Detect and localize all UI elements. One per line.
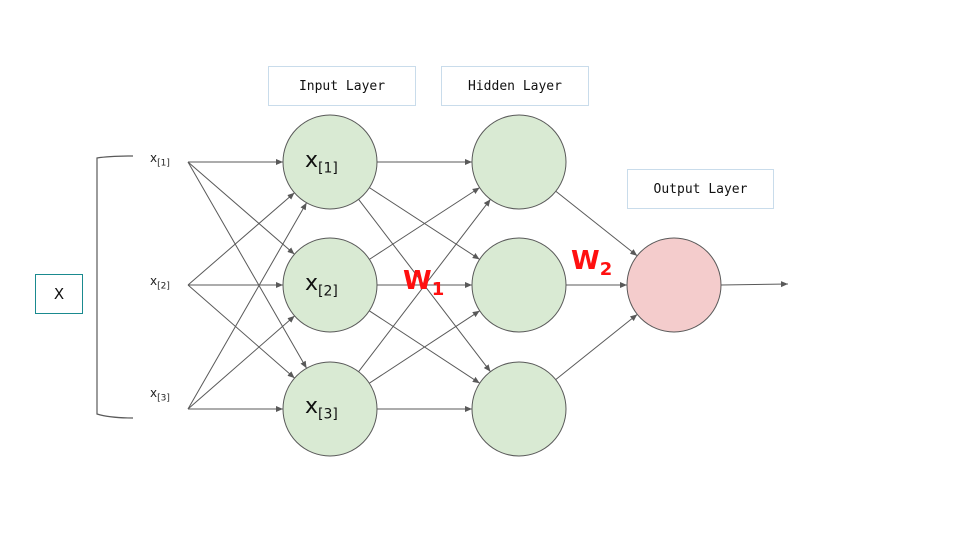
- input-node-1-label: x[1]: [305, 148, 338, 176]
- feature-index: [2]: [157, 281, 170, 292]
- input-vector-label: X: [53, 285, 65, 303]
- weight-w2-label: W2: [571, 246, 612, 280]
- weight-index: 2: [599, 259, 613, 281]
- input-layer-text: Input Layer: [298, 78, 386, 94]
- node-index: [2]: [318, 283, 338, 300]
- output-layer-text: Output Layer: [653, 181, 748, 197]
- edge-feature-2-to-input-3: [187, 284, 295, 379]
- edge-hidden-3-to-output: [555, 313, 638, 381]
- node-base: x: [305, 394, 319, 419]
- feature-index: [3]: [157, 393, 170, 404]
- input-node-3-label: x[3]: [305, 394, 338, 422]
- hidden-layer-text: Hidden Layer: [468, 78, 562, 94]
- node-index: [1]: [318, 160, 338, 177]
- hidden-layer-label: Hidden Layer: [441, 66, 589, 106]
- node-base: x: [305, 271, 319, 296]
- input-feature-1: x[1]: [150, 151, 170, 168]
- edge-feature-1-to-input-2: [187, 161, 295, 255]
- hidden-node-2: [471, 237, 567, 333]
- weight-base: W: [403, 266, 432, 296]
- weight-w1-label: W1: [403, 266, 444, 300]
- input-bracket: [96, 155, 134, 419]
- hidden-node-3: [471, 361, 567, 457]
- input-layer-label: Input Layer: [268, 66, 416, 106]
- output-layer-label: Output Layer: [627, 169, 774, 209]
- input-node-2-label: x[2]: [305, 271, 338, 299]
- feature-index: [1]: [157, 158, 170, 169]
- output-node: [626, 237, 722, 333]
- node-base: x: [305, 148, 319, 173]
- node-index: [3]: [318, 406, 338, 423]
- edge-feature-3-to-input-2: [187, 315, 295, 410]
- edge-feature-2-to-input-1: [187, 192, 295, 286]
- weight-base: W: [571, 246, 600, 276]
- input-feature-2: x[2]: [150, 274, 170, 291]
- input-feature-3: x[3]: [150, 386, 170, 403]
- weight-index: 1: [431, 279, 445, 301]
- output-arrow: [720, 281, 789, 288]
- hidden-node-1: [471, 114, 567, 210]
- input-vector-box: X: [35, 274, 83, 314]
